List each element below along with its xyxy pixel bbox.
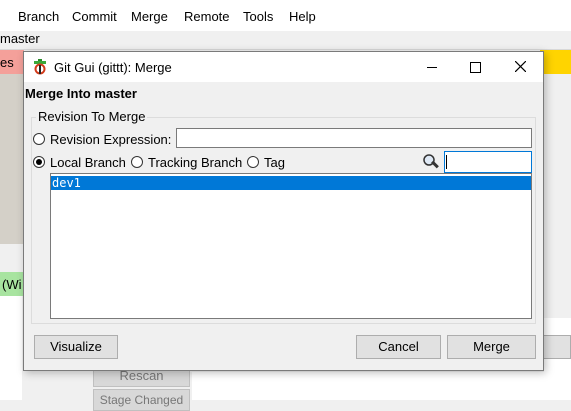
local-branch-label[interactable]: Local Branch	[50, 155, 126, 170]
merge-dialog: Git Gui (gittt): Merge Merge Into master…	[23, 51, 544, 371]
menu-remote[interactable]: Remote	[184, 9, 230, 24]
tag-radio[interactable]	[247, 156, 259, 168]
list-item[interactable]: dev1	[51, 176, 531, 190]
stage-changed-button[interactable]: Stage Changed	[93, 389, 190, 411]
tracking-branch-label[interactable]: Tracking Branch	[148, 155, 242, 170]
branch-name: dev1	[52, 176, 81, 190]
git-gui-icon	[34, 59, 46, 75]
cancel-button[interactable]: Cancel	[356, 335, 441, 359]
menu-tools[interactable]: Tools	[243, 9, 273, 24]
commit-message-area[interactable]	[544, 318, 571, 400]
dialog-titlebar[interactable]: Git Gui (gittt): Merge	[24, 52, 543, 82]
revision-group-label: Revision To Merge	[36, 109, 148, 124]
branch-listbox[interactable]: dev1	[50, 173, 532, 319]
menu-commit[interactable]: Commit	[72, 9, 117, 24]
menu-help[interactable]: Help	[289, 9, 316, 24]
menu-branch[interactable]: Branch	[18, 9, 59, 24]
dialog-title: Git Gui (gittt): Merge	[54, 60, 172, 75]
branch-filter-input[interactable]	[444, 151, 532, 173]
commit-message-text[interactable]	[192, 372, 544, 400]
tag-label[interactable]: Tag	[264, 155, 285, 170]
unstaged-changes-label: es	[0, 55, 14, 70]
revision-expression-input[interactable]	[176, 128, 532, 148]
revision-expression-radio[interactable]	[33, 133, 45, 145]
dialog-heading: Merge Into master	[25, 86, 137, 101]
current-branch-bar: master	[0, 31, 571, 50]
tracking-branch-radio[interactable]	[131, 156, 143, 168]
merge-button[interactable]: Merge	[447, 335, 536, 359]
unstaged-changes-header: es	[0, 50, 24, 74]
staged-file-list	[0, 296, 22, 400]
close-icon[interactable]	[498, 52, 542, 82]
staged-changes-label: (Wi	[2, 277, 22, 292]
menu-bar: Branch Commit Merge Remote Tools Help	[0, 0, 571, 31]
maximize-icon[interactable]	[453, 52, 497, 82]
unstaged-file-list	[0, 74, 24, 244]
visualize-button[interactable]: Visualize	[34, 335, 118, 359]
search-icon	[423, 154, 439, 169]
revision-expression-label[interactable]: Revision Expression:	[50, 132, 171, 147]
local-branch-radio[interactable]	[33, 156, 45, 168]
current-branch-label: master	[0, 31, 40, 46]
staged-changes-header: (Wi	[0, 272, 24, 296]
menu-merge[interactable]: Merge	[131, 9, 168, 24]
diff-header	[540, 50, 571, 74]
minimize-icon[interactable]	[409, 52, 453, 82]
left-scroll-area	[0, 245, 24, 270]
